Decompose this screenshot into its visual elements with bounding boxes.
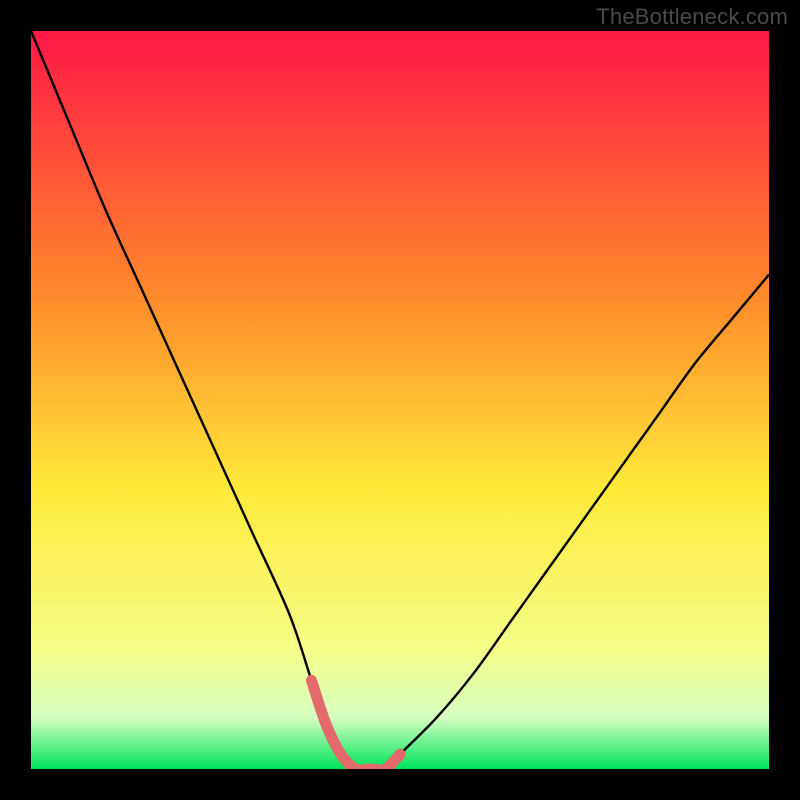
gradient-background (31, 31, 769, 769)
chart-svg (31, 31, 769, 769)
plot-area (31, 31, 769, 769)
watermark-text: TheBottleneck.com (596, 4, 788, 30)
chart-frame: TheBottleneck.com (0, 0, 800, 800)
